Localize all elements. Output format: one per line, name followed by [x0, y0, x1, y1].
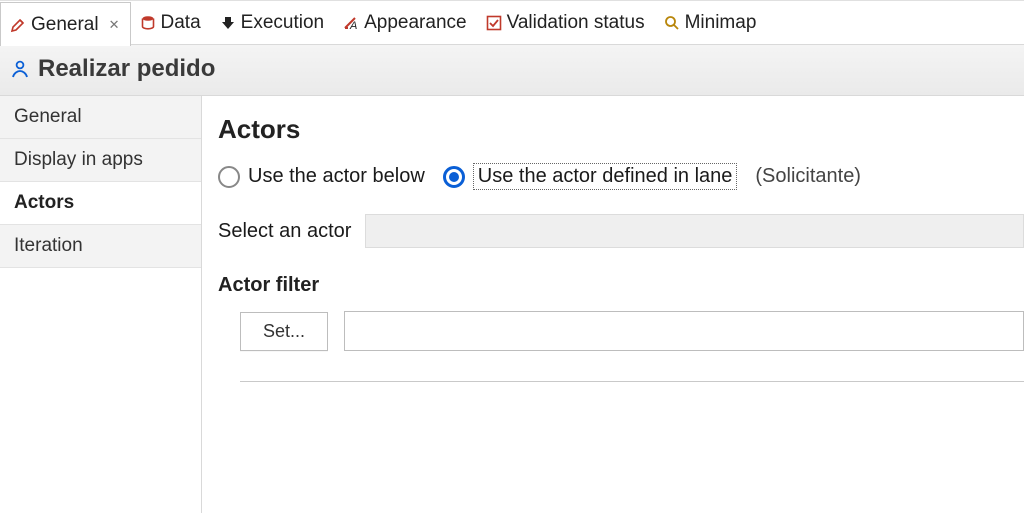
tab-data[interactable]: Data	[131, 1, 211, 44]
tab-general[interactable]: General ✕	[0, 2, 131, 46]
tab-validation-status[interactable]: Validation status	[477, 1, 655, 44]
check-icon	[485, 14, 503, 32]
radio-use-actor-in-lane[interactable]: Use the actor defined in lane	[443, 163, 738, 190]
divider	[240, 381, 1024, 382]
svg-text:A: A	[349, 20, 357, 31]
tab-label: Execution	[241, 12, 324, 34]
side-item-label: Iteration	[14, 235, 83, 256]
radio-label: Use the actor below	[248, 165, 425, 188]
tab-execution[interactable]: Execution	[211, 1, 334, 44]
side-item-actors[interactable]: Actors	[0, 182, 201, 225]
side-nav: General Display in apps Actors Iteration	[0, 96, 202, 513]
side-item-general[interactable]: General	[0, 96, 201, 139]
tab-label: Appearance	[364, 12, 466, 34]
subject-title: Realizar pedido	[38, 55, 215, 83]
properties-window: General ✕ Data Execution A Appearance	[0, 0, 1024, 513]
radio-label: Use the actor defined in lane	[473, 163, 738, 190]
actor-filter-row: Set...	[218, 311, 1024, 351]
select-actor-row: Select an actor	[218, 214, 1024, 248]
appearance-icon: A	[342, 14, 360, 32]
tab-minimap[interactable]: Minimap	[655, 1, 767, 44]
tab-appearance[interactable]: A Appearance	[334, 1, 476, 44]
radio-use-actor-below[interactable]: Use the actor below	[218, 165, 425, 188]
lane-name: (Solicitante)	[755, 165, 861, 188]
select-actor-label: Select an actor	[218, 220, 351, 243]
tab-label: General	[31, 14, 99, 36]
panel-heading: Actors	[218, 114, 1024, 145]
pencil-icon	[9, 16, 27, 34]
tab-label: Validation status	[507, 12, 645, 34]
top-tabs-bar: General ✕ Data Execution A Appearance	[0, 1, 1024, 45]
close-icon[interactable]: ✕	[109, 17, 120, 33]
select-actor-combo[interactable]	[365, 214, 1024, 248]
side-item-iteration[interactable]: Iteration	[0, 225, 201, 268]
actor-filter-label: Actor filter	[218, 274, 1024, 297]
actor-source-radio-group: Use the actor below Use the actor define…	[218, 163, 1024, 190]
radio-circle-icon	[218, 166, 240, 188]
side-item-display-in-apps[interactable]: Display in apps	[0, 139, 201, 182]
database-icon	[139, 14, 157, 32]
subject-bar: Realizar pedido	[0, 45, 1024, 96]
side-item-label: General	[14, 106, 82, 127]
exec-icon	[219, 14, 237, 32]
side-item-label: Display in apps	[14, 149, 143, 170]
tab-label: Minimap	[685, 12, 757, 34]
person-icon	[10, 59, 30, 79]
set-filter-button[interactable]: Set...	[240, 312, 328, 351]
radio-circle-icon	[443, 166, 465, 188]
actors-panel: Actors Use the actor below Use the actor…	[202, 96, 1024, 513]
magnifier-icon	[663, 14, 681, 32]
tab-label: Data	[161, 12, 201, 34]
side-item-label: Actors	[14, 192, 74, 213]
actor-filter-input[interactable]	[344, 311, 1024, 351]
body: General Display in apps Actors Iteration…	[0, 96, 1024, 513]
